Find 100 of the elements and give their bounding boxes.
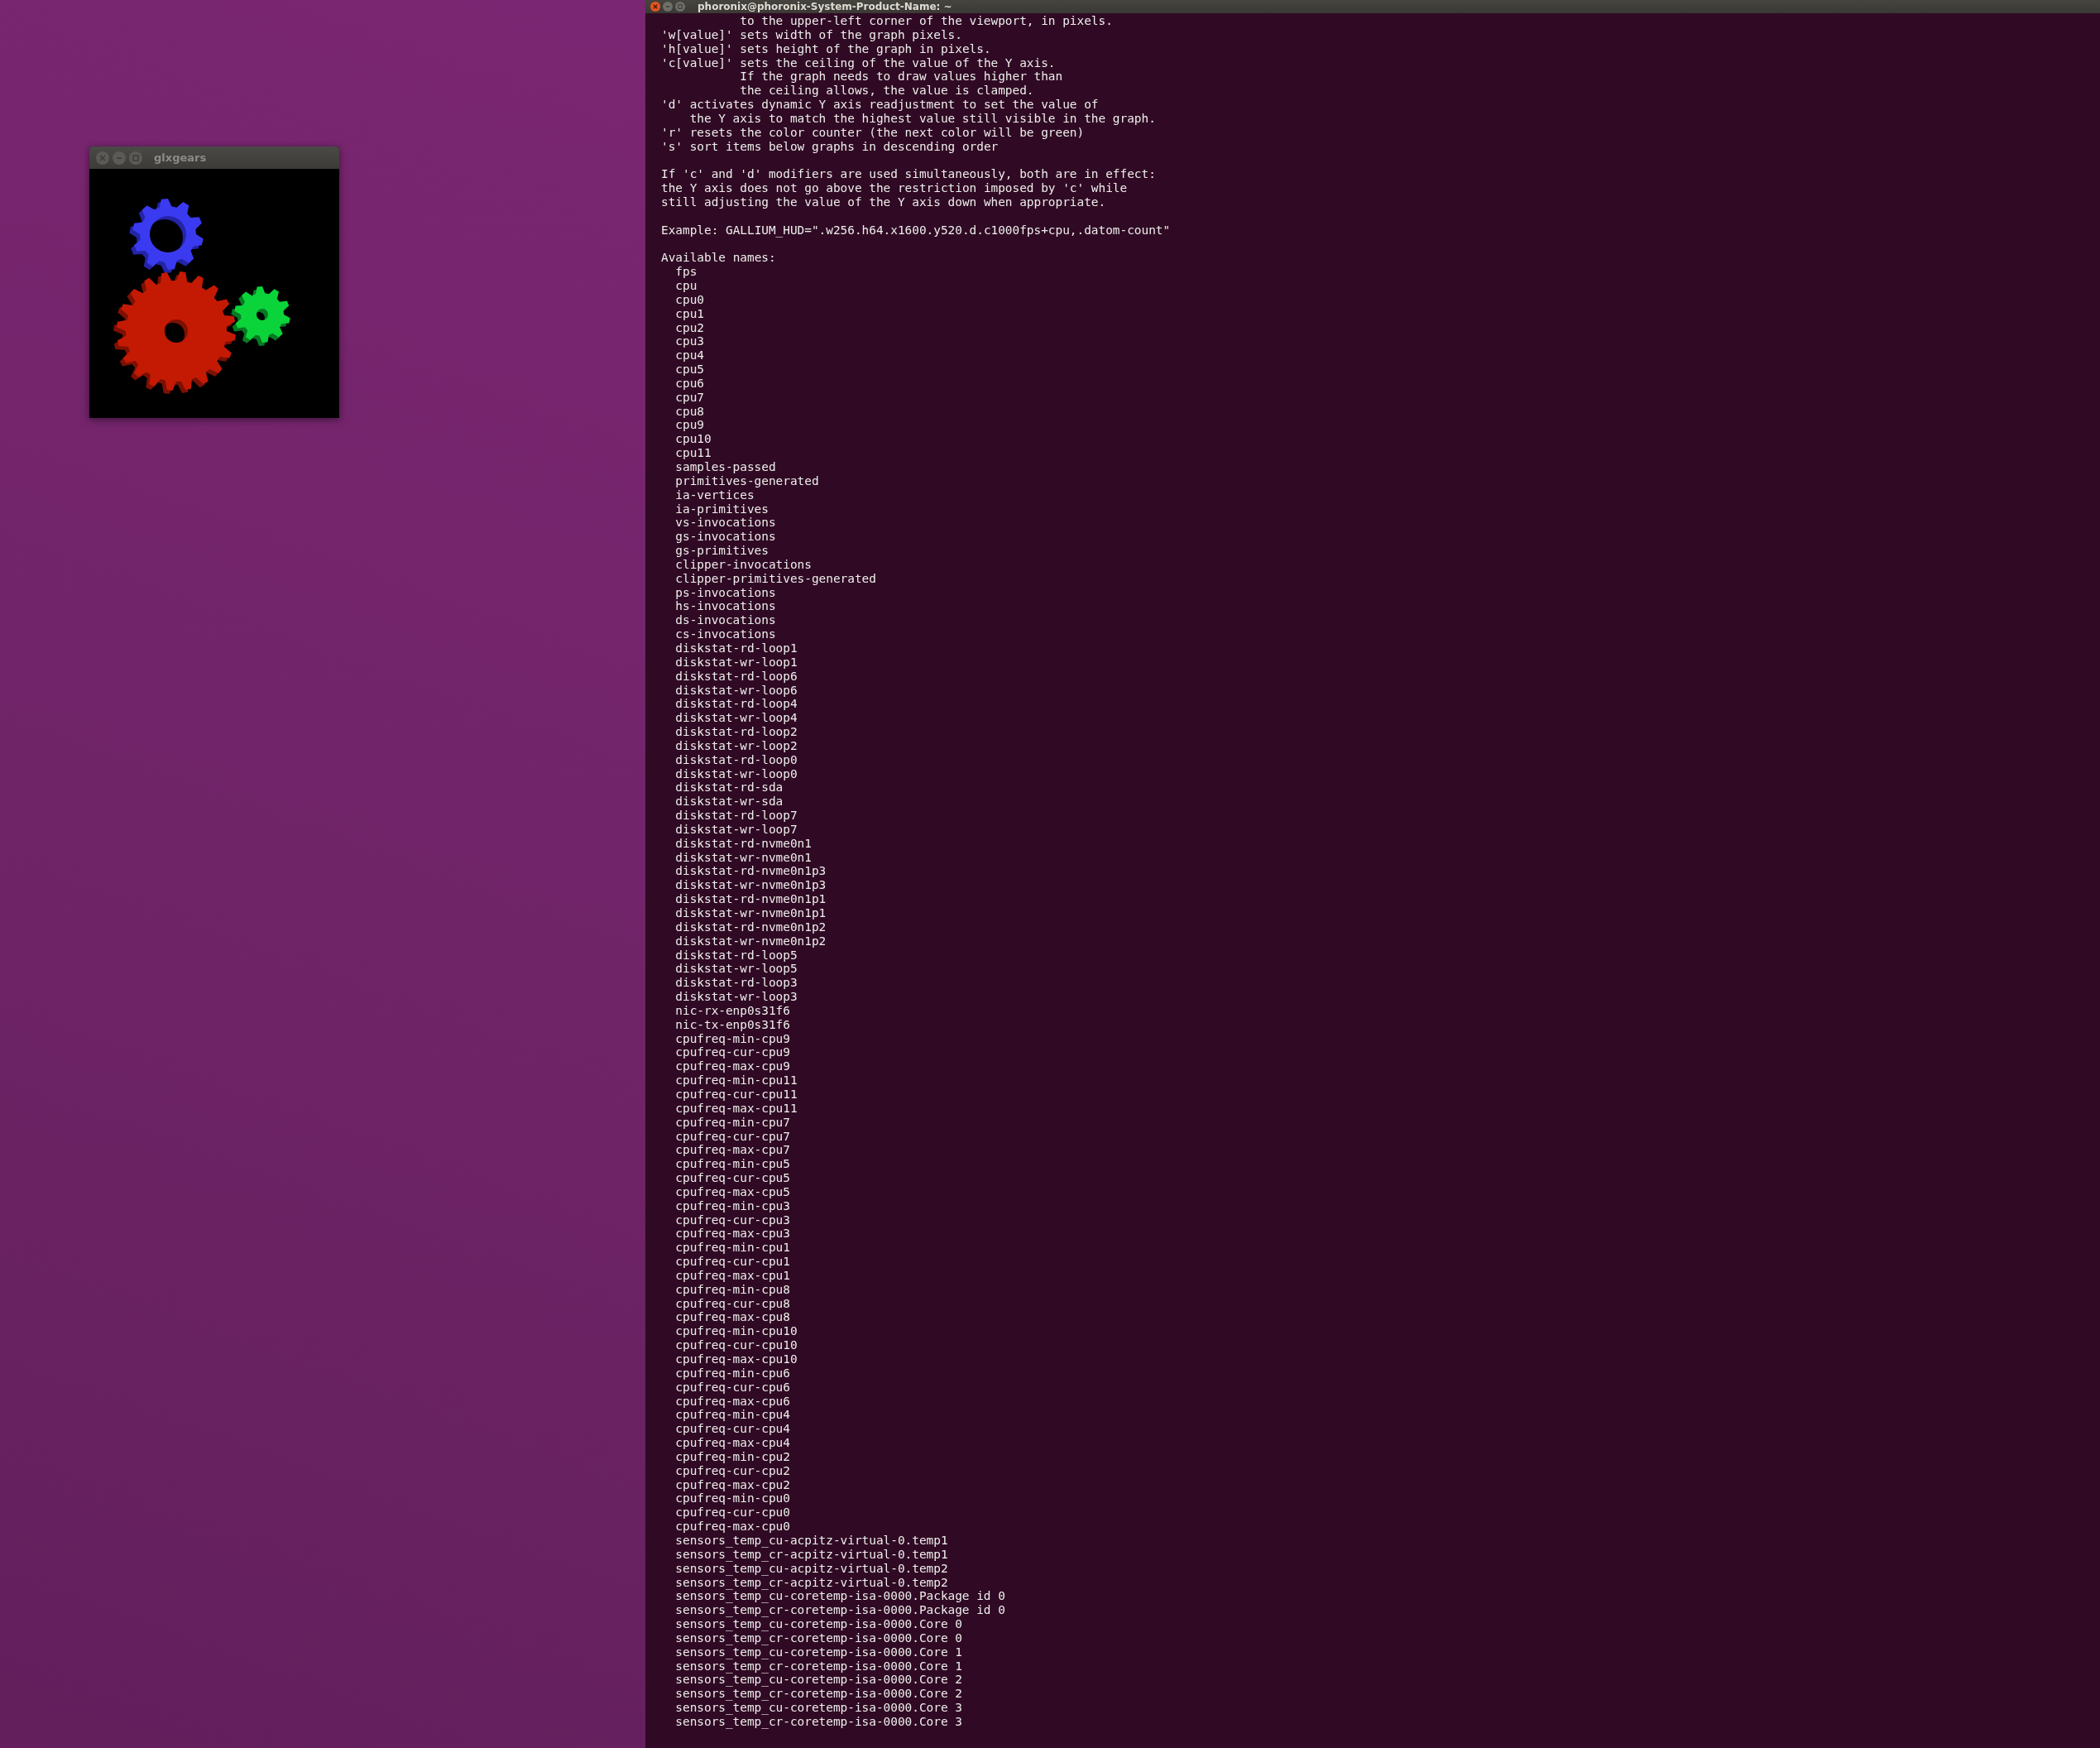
- terminal-line: Available names:: [661, 251, 776, 266]
- terminal-line: sensors_temp_cr-coretemp-isa-0000.Core 1: [674, 1659, 962, 1674]
- terminal-line: diskstat-rd-loop3: [674, 976, 798, 991]
- terminal-line: cpufreq-max-cpu4: [674, 1436, 790, 1450]
- terminal-line: still adjusting the value of the Y axis down when appropriate.: [661, 194, 1106, 209]
- terminal-line: diskstat-wr-loop5: [674, 962, 798, 977]
- terminal-line: cpu1: [674, 306, 704, 321]
- minimize-button[interactable]: [113, 151, 126, 165]
- terminal-line: sensors_temp_cu-coretemp-isa-0000.Core 0: [674, 1617, 962, 1631]
- terminal-line: cpufreq-min-cpu2: [674, 1449, 790, 1464]
- minimize-button[interactable]: [663, 2, 673, 12]
- maximize-button[interactable]: [675, 2, 685, 12]
- terminal-line: sensors_temp_cu-acpitz-virtual-0.temp1: [674, 1533, 948, 1548]
- terminal-line: cpufreq-max-cpu6: [674, 1394, 790, 1409]
- terminal-line: diskstat-wr-nvme0n1p3: [674, 878, 827, 893]
- terminal-line: cpufreq-min-cpu8: [674, 1282, 790, 1297]
- terminal-line: cpu11: [674, 446, 712, 460]
- terminal-line: cpufreq-min-cpu3: [674, 1198, 790, 1213]
- terminal-line: diskstat-rd-nvme0n1p2: [674, 920, 827, 934]
- terminal-line: fps: [674, 265, 698, 280]
- terminal-line: cpu: [674, 279, 698, 293]
- terminal-line: diskstat-rd-loop0: [674, 752, 798, 767]
- terminal-line: cpufreq-max-cpu3: [674, 1227, 790, 1241]
- terminal-line: 'd' activates dynamic Y axis readjustment to set the value of: [661, 98, 1099, 112]
- terminal-line: hs-invocations: [674, 599, 776, 614]
- maximize-button[interactable]: [129, 151, 142, 165]
- terminal-line: diskstat-wr-nvme0n1p1: [674, 906, 827, 920]
- terminal-line: cpu3: [674, 334, 704, 349]
- terminal-line: cpufreq-cur-cpu0: [674, 1505, 790, 1520]
- terminal-line: nic-rx-enp0s31f6: [674, 1003, 790, 1018]
- terminal-line: diskstat-wr-nvme0n1p2: [674, 934, 827, 948]
- terminal-line: sensors_temp_cr-acpitz-virtual-0.temp2: [674, 1575, 948, 1590]
- terminal-line: sensors_temp_cr-acpitz-virtual-0.temp1: [674, 1547, 948, 1562]
- terminal-line: vs-invocations: [674, 516, 776, 531]
- terminal-line: 'r' resets the color counter (the next color will be green): [661, 125, 1085, 140]
- terminal-line: clipper-invocations: [674, 557, 812, 572]
- terminal-line: cpufreq-max-cpu11: [674, 1101, 798, 1116]
- terminal-line: diskstat-rd-loop6: [674, 669, 798, 684]
- terminal-line: diskstat-wr-loop4: [674, 711, 798, 726]
- terminal-line: cpu0: [674, 292, 704, 307]
- terminal-line: to the upper-left corner of the viewport, in pixels.: [739, 14, 1113, 28]
- terminal-line: diskstat-wr-nvme0n1: [674, 850, 812, 865]
- terminal-line: cpufreq-min-cpu10: [674, 1324, 798, 1339]
- terminal-line: samples-passed: [674, 460, 776, 474]
- terminal-line: cpu4: [674, 348, 704, 363]
- terminal-line: sensors_temp_cr-coretemp-isa-0000.Core 0: [674, 1630, 962, 1645]
- terminal-line: diskstat-rd-nvme0n1p3: [674, 864, 827, 879]
- terminal-line: sensors_temp_cr-coretemp-isa-0000.Package id 0: [674, 1603, 1005, 1618]
- close-button[interactable]: [650, 2, 660, 12]
- terminal-line: cpufreq-cur-cpu4: [674, 1422, 790, 1437]
- terminal-line: cpufreq-max-cpu10: [674, 1352, 798, 1366]
- terminal-line: cpufreq-max-cpu1: [674, 1268, 790, 1283]
- maximize-icon: [132, 154, 139, 161]
- terminal-line: cpufreq-cur-cpu1: [674, 1255, 790, 1269]
- terminal-line: cpu10: [674, 432, 712, 447]
- terminal-line: cpufreq-min-cpu1: [674, 1241, 790, 1256]
- terminal-title: phoronix@phoronix-System-Product-Name: ~: [698, 1, 952, 12]
- terminal-line: cpufreq-cur-cpu3: [674, 1213, 790, 1227]
- terminal-line: If the graph needs to draw values higher than: [739, 70, 1063, 84]
- terminal-line: the Y axis to match the highest value still visible in the graph.: [688, 111, 1156, 126]
- terminal-line: ia-primitives: [674, 502, 769, 516]
- terminal-line: clipper-primitives-generated: [674, 571, 876, 586]
- terminal-line: diskstat-wr-loop1: [674, 655, 798, 670]
- terminal-line: cpu9: [674, 418, 704, 433]
- terminal-line: gs-primitives: [674, 544, 769, 558]
- terminal-line: diskstat-wr-loop3: [674, 990, 798, 1004]
- terminal-line: cpu6: [674, 376, 704, 391]
- terminal-line: primitives-generated: [674, 473, 819, 488]
- terminal-line: sensors_temp_cu-coretemp-isa-0000.Core 2: [674, 1673, 962, 1688]
- terminal-line: cpufreq-cur-cpu8: [674, 1296, 790, 1311]
- terminal-line: gs-invocations: [674, 530, 776, 545]
- terminal-line: cpufreq-min-cpu7: [674, 1115, 790, 1130]
- terminal-line: diskstat-rd-nvme0n1: [674, 836, 812, 851]
- terminal-line: cpufreq-cur-cpu5: [674, 1171, 790, 1185]
- terminal-line: cpufreq-max-cpu7: [674, 1143, 790, 1158]
- terminal-line: cpufreq-min-cpu5: [674, 1157, 790, 1172]
- terminal-line: diskstat-rd-loop2: [674, 725, 798, 739]
- terminal-line: cpufreq-max-cpu2: [674, 1477, 790, 1492]
- window-title: glxgears: [154, 151, 207, 164]
- terminal-line: diskstat-wr-loop6: [674, 683, 798, 698]
- terminal-line: 'w[value]' sets width of the graph pixels.: [661, 27, 962, 42]
- terminal-line: the Y axis does not go above the restriction imposed by 'c' while: [661, 181, 1128, 195]
- terminal-line: cpufreq-max-cpu0: [674, 1520, 790, 1534]
- terminal-line: cpufreq-cur-cpu10: [674, 1338, 798, 1352]
- terminal-line: diskstat-wr-loop2: [674, 738, 798, 753]
- terminal-line: diskstat-wr-loop7: [674, 822, 798, 837]
- close-icon: [653, 4, 658, 9]
- terminal-line: cpu7: [674, 390, 704, 405]
- terminal-line: sensors_temp_cu-coretemp-isa-0000.Package id 0: [674, 1589, 1005, 1604]
- terminal-line: cpufreq-cur-cpu7: [674, 1129, 790, 1144]
- terminal-line: cpufreq-min-cpu9: [674, 1031, 790, 1046]
- terminal-line: diskstat-rd-loop7: [674, 809, 798, 823]
- terminal-line: ps-invocations: [674, 585, 776, 600]
- terminal-line: cpufreq-cur-cpu11: [674, 1087, 798, 1102]
- close-icon: [99, 154, 106, 161]
- terminal-line: cpufreq-max-cpu5: [674, 1184, 790, 1199]
- terminal-line: diskstat-wr-loop0: [674, 766, 798, 781]
- terminal-line: diskstat-wr-sda: [674, 795, 784, 809]
- terminal-line: diskstat-rd-loop5: [674, 948, 798, 963]
- maximize-icon: [678, 4, 683, 9]
